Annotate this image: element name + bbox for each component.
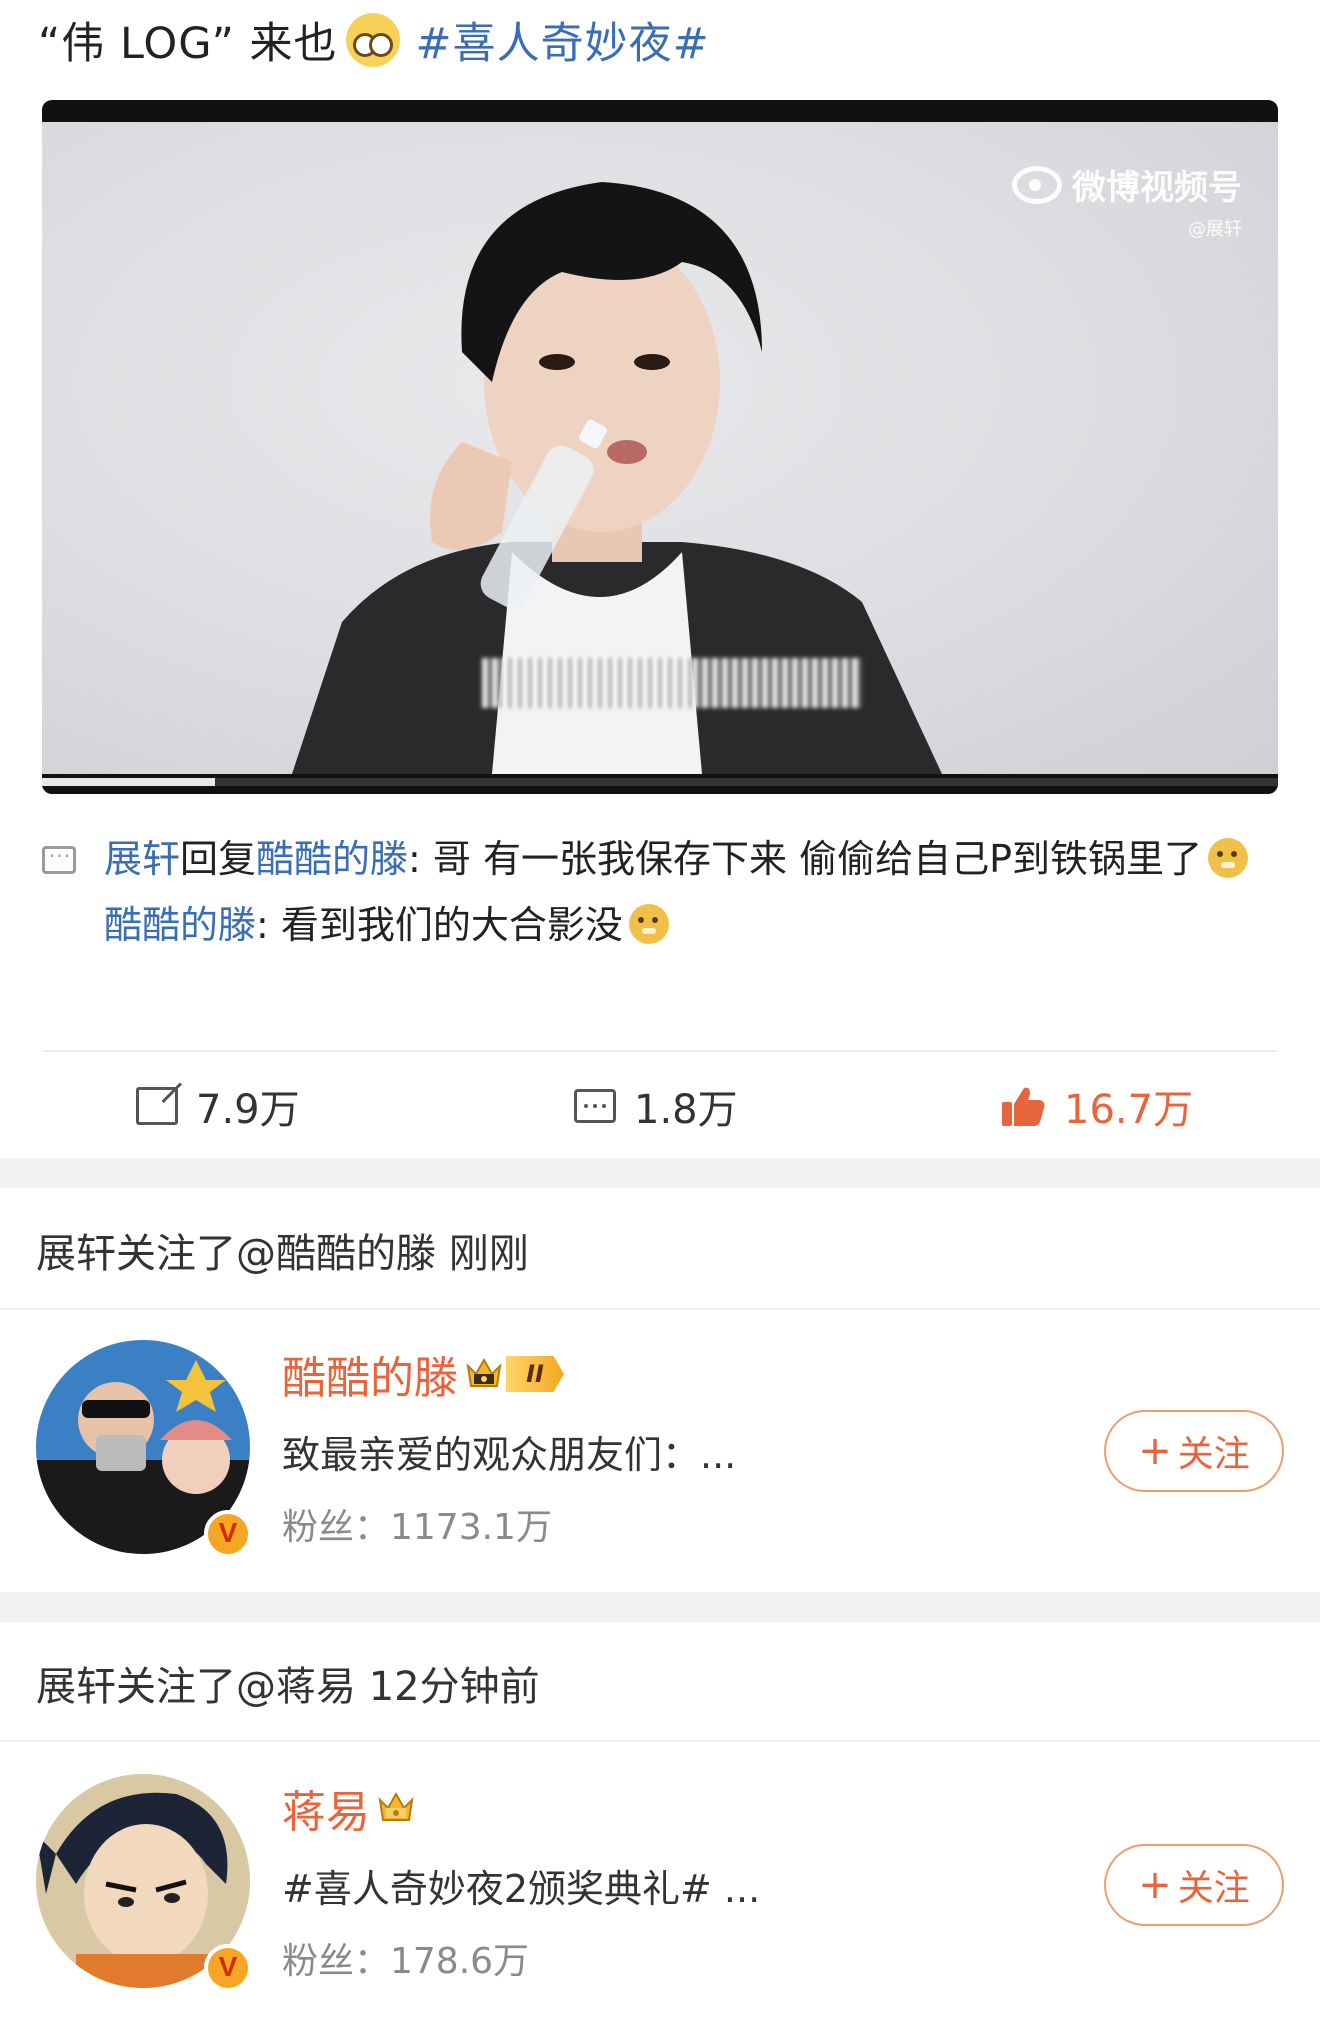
comment-item: 酷酷的滕: 看到我们的大合影没 <box>42 892 1282 958</box>
doge-emoji-icon <box>628 904 669 944</box>
user-name[interactable]: 酷酷的滕 II <box>282 1342 564 1406</box>
divider <box>42 1050 1278 1052</box>
section-gap <box>0 1592 1320 1622</box>
follow-event-header: 展轩关注了@酷酷的滕 刚刚 <box>36 1231 529 1277</box>
user-name[interactable]: 蒋易 <box>282 1776 416 1840</box>
user-name-text: 蒋易 <box>282 1787 370 1838</box>
user-fans-count: 粉丝：1173.1万 <box>282 1507 552 1548</box>
video-progress-fill <box>42 778 216 786</box>
follow-button[interactable]: + 关注 <box>1104 1410 1284 1492</box>
divider <box>0 1740 1320 1742</box>
comment-user-link[interactable]: 展轩 <box>104 837 180 881</box>
comment-button[interactable]: 1.8万 <box>574 1060 738 1152</box>
comment-icon <box>574 1089 616 1123</box>
comment-preview[interactable]: 展轩回复酷酷的滕: 哥 有一张我保存下来 偷偷给自己P到铁锅里了 酷酷的滕: 看… <box>42 823 1282 958</box>
follow-button[interactable]: + 关注 <box>1104 1844 1284 1926</box>
follow-event-header: 展轩关注了@蒋易 12分钟前 <box>36 1664 540 1710</box>
user-fans-count: 粉丝：178.6万 <box>282 1941 530 1982</box>
video-progress-bar[interactable] <box>42 778 1278 786</box>
watermark-main-text: 微博视频号 <box>1072 168 1242 208</box>
post-title-text: “伟 LOG” 来也 <box>38 19 338 69</box>
crown-icon <box>376 1786 416 1830</box>
crown-icon <box>464 1352 504 1396</box>
video-frame: 微博视频号 @展轩 <box>42 122 1278 774</box>
verified-badge-icon: V <box>204 1944 252 1992</box>
follow-button-label: 关注 <box>1177 1868 1250 1909</box>
like-button[interactable]: 16.7万 <box>1000 1060 1193 1152</box>
comment-user-link[interactable]: 酷酷的滕 <box>104 903 256 947</box>
reply-word: 回复 <box>180 837 257 881</box>
weibo-logo-icon <box>1012 165 1062 204</box>
video-player[interactable]: 微博视频号 @展轩 <box>42 100 1278 794</box>
glasses-emoji-icon <box>345 13 400 67</box>
share-icon <box>136 1087 178 1125</box>
comment-item: 展轩回复酷酷的滕: 哥 有一张我保存下来 偷偷给自己P到铁锅里了 <box>42 826 1282 892</box>
watermark-author: @展轩 <box>1188 219 1242 240</box>
comment-bubble-icon <box>42 823 76 889</box>
user-description: #喜人奇妙夜2颁奖典礼# ... <box>282 1867 761 1911</box>
user-name-text: 酷酷的滕 <box>282 1353 458 1404</box>
share-button[interactable]: 7.9万 <box>136 1060 300 1152</box>
user-description: 致最亲爱的观众朋友们：... <box>282 1433 737 1477</box>
doge-emoji-icon <box>1208 838 1249 878</box>
post-title: “伟 LOG” 来也 #喜人奇妙夜# <box>38 10 710 70</box>
weibo-video-watermark: 微博视频号 @展轩 <box>1012 160 1242 241</box>
comment-reply-to-link[interactable]: 酷酷的滕 <box>256 837 408 881</box>
blurred-subtitle <box>482 658 862 708</box>
thumbs-up-icon <box>1000 1084 1046 1128</box>
verified-badge-icon: V <box>204 1510 252 1558</box>
hashtag-link[interactable]: #喜人奇妙夜# <box>416 9 710 71</box>
comment-text: : 看到我们的大合影没 <box>256 903 623 947</box>
comment-text: : 哥 有一张我保存下来 偷偷给自己P到铁锅里了 <box>408 837 1203 881</box>
divider <box>0 1308 1320 1310</box>
comment-count: 1.8万 <box>634 1087 738 1133</box>
like-count: 16.7万 <box>1064 1087 1194 1133</box>
user-card[interactable]: V 酷酷的滕 II 致最亲爱的观众朋友们：... 粉丝：1173.1万 + 关注 <box>0 1330 1320 1566</box>
level-badge: II <box>506 1356 564 1392</box>
follow-button-label: 关注 <box>1177 1434 1250 1475</box>
section-gap <box>0 1158 1320 1188</box>
plus-icon: + <box>1138 1428 1172 1474</box>
share-count: 7.9万 <box>196 1087 300 1133</box>
plus-icon: + <box>1138 1862 1172 1908</box>
action-bar: 7.9万 1.8万 16.7万 <box>0 1060 1320 1152</box>
user-card[interactable]: V 蒋易 #喜人奇妙夜2颁奖典礼# ... 粉丝：178.6万 + 关注 <box>0 1764 1320 2000</box>
